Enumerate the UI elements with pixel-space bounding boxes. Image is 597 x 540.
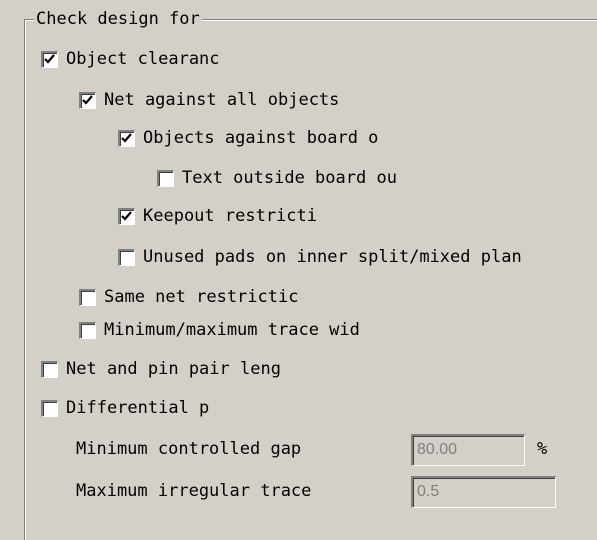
min-controlled-gap-unit: % [537,439,548,459]
checkbox-box[interactable] [41,50,58,68]
min-controlled-gap-field[interactable]: 80.00 [411,434,525,466]
min-controlled-gap-label: Minimum controlled gap [76,439,302,459]
checkbox-same-net-restrictions[interactable]: Same net restrictic [79,285,298,309]
check-mark-icon [121,132,132,143]
checkbox-label: Text outside board ou [182,168,397,188]
checkbox-box[interactable] [41,360,58,378]
group-title: Check design for [34,8,202,30]
checkbox-box[interactable] [118,207,135,225]
checkbox-differential-pairs[interactable]: Differential p [41,396,209,420]
checkbox-objects-against-board[interactable]: Objects against board o [118,126,378,150]
checkbox-box[interactable] [157,169,174,187]
checkbox-box[interactable] [79,288,96,306]
checkbox-label: Objects against board o [143,128,379,148]
check-mark-icon [44,53,55,64]
checkbox-label: Net and pin pair leng [66,359,281,379]
checkbox-unused-pads[interactable]: Unused pads on inner split/mixed plan [118,245,522,269]
checkbox-label: Unused pads on inner split/mixed plan [143,247,522,267]
check-mark-icon [82,94,93,105]
checkbox-box[interactable] [118,129,135,147]
checkbox-box[interactable] [41,399,58,417]
checkbox-box[interactable] [79,91,96,109]
max-irregular-trace-field[interactable]: 0.5 [411,476,556,508]
checkbox-text-outside-board[interactable]: Text outside board ou [157,166,397,190]
checkbox-box[interactable] [118,248,135,266]
checkbox-net-against-all-objects[interactable]: Net against all objects [79,88,339,112]
checkbox-net-and-pin-pair-length[interactable]: Net and pin pair leng [41,357,281,381]
checkbox-label: Same net restrictic [104,287,299,307]
checkbox-label: Net against all objects [104,90,340,110]
checkbox-min-max-trace-width[interactable]: Minimum/maximum trace wid [79,318,360,342]
checkbox-label: Differential p [66,398,210,418]
checkbox-label: Object clearanc [66,49,220,69]
checkbox-box[interactable] [79,321,96,339]
max-irregular-trace-label: Maximum irregular trace [76,481,312,501]
checkbox-keepout-restrictions[interactable]: Keepout restricti [118,204,317,228]
checkbox-label: Minimum/maximum trace wid [104,320,360,340]
checkbox-label: Keepout restricti [143,206,317,226]
check-mark-icon [121,210,132,221]
checkbox-object-clearance[interactable]: Object clearanc [41,47,220,71]
